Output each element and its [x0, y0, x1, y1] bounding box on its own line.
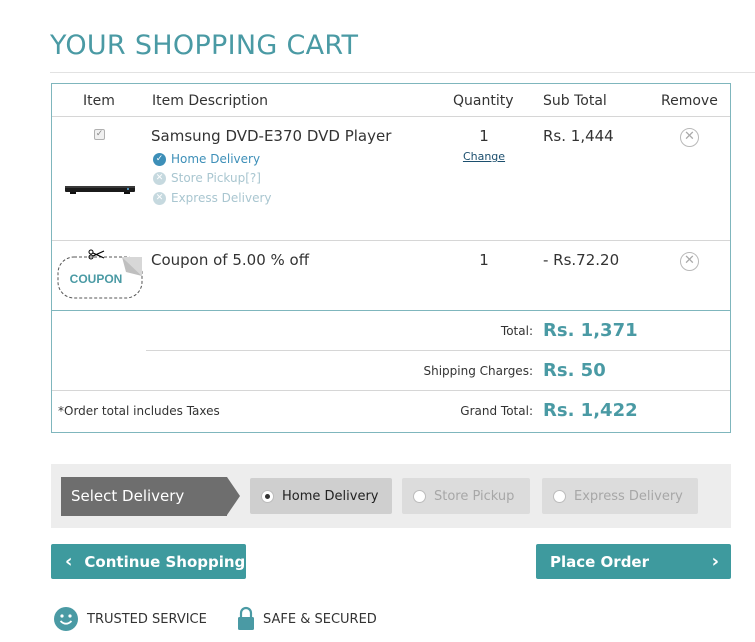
radio-icon — [553, 489, 566, 503]
delivery-mode-express[interactable]: Express Delivery — [542, 478, 698, 514]
safe-secured-badge: SAFE & SECURED — [237, 606, 377, 632]
row-divider — [146, 350, 730, 351]
delivery-option-home[interactable]: ✓ Home Delivery — [153, 152, 260, 166]
check-circle-icon: ✓ — [153, 152, 166, 166]
place-order-button[interactable]: Place Order › — [536, 544, 731, 579]
header-quantity: Quantity — [453, 93, 514, 109]
row-divider — [52, 390, 730, 391]
radio-icon — [261, 489, 274, 503]
coupon-image: COUPON — [57, 249, 143, 299]
page-title: YOUR SHOPPING CART — [50, 30, 359, 61]
continue-shopping-button[interactable]: ‹ Continue Shopping — [51, 544, 246, 579]
cart-table: Item Item Description Quantity Sub Total… — [51, 83, 731, 433]
product-name: Samsung DVD-E370 DVD Player — [151, 127, 392, 145]
radio-icon — [413, 489, 426, 503]
header-divider — [52, 116, 730, 117]
header-description: Item Description — [152, 93, 269, 109]
dvd-player-image — [65, 186, 135, 194]
total-label: Total: — [500, 324, 533, 338]
coupon-quantity: 1 — [479, 251, 489, 269]
delivery-option-label: Express Delivery — [171, 191, 272, 205]
shipping-value: Rs. 50 — [543, 360, 606, 381]
delivery-mode-option-label: Store Pickup — [434, 488, 515, 504]
x-circle-icon: ✕ — [153, 171, 166, 185]
delivery-option-express[interactable]: ✕ Express Delivery — [153, 191, 271, 205]
delivery-mode-label: Select Delivery Mode — [61, 477, 227, 544]
change-quantity-link[interactable]: Change — [454, 150, 514, 163]
delivery-mode-option-label: Home Delivery — [282, 488, 379, 504]
remove-product-button[interactable]: ✕ — [680, 128, 699, 147]
header-subtotal: Sub Total — [543, 93, 607, 109]
delivery-option-label: Store Pickup[?] — [171, 171, 261, 185]
smiley-icon — [54, 607, 78, 631]
delivery-mode-option-label: Express Delivery — [574, 488, 683, 504]
delivery-mode-home[interactable]: Home Delivery — [250, 478, 392, 514]
place-order-label: Place Order — [550, 552, 650, 571]
delivery-mode-bar: Select Delivery Mode Home Delivery Store… — [51, 464, 731, 544]
product-quantity: 1 — [479, 127, 489, 145]
trusted-service-label: TRUSTED SERVICE — [87, 611, 207, 627]
close-icon: ✕ — [684, 253, 695, 268]
coupon-label: Coupon of 5.00 % off — [151, 251, 310, 269]
delivery-mode-store-pickup[interactable]: Store Pickup — [402, 478, 530, 514]
chevron-right-icon: › — [711, 551, 719, 572]
header-remove: Remove — [661, 93, 718, 109]
continue-shopping-label: Continue Shopping — [84, 552, 246, 571]
header-item: Item — [83, 93, 115, 109]
row-divider — [52, 240, 730, 241]
grand-total-value: Rs. 1,422 — [543, 400, 638, 421]
delivery-option-store-pickup[interactable]: ✕ Store Pickup[?] — [153, 171, 261, 185]
shipping-label: Shipping Charges: — [423, 364, 533, 378]
x-circle-icon: ✕ — [153, 191, 166, 205]
delivery-option-label: Home Delivery — [171, 152, 261, 166]
row-divider — [52, 310, 730, 311]
coupon-subtotal: - Rs.72.20 — [543, 251, 620, 269]
grand-total-label: Grand Total: — [460, 404, 533, 418]
close-icon: ✕ — [684, 129, 695, 144]
coupon-badge: COUPON — [70, 272, 123, 286]
tax-note: *Order total includes Taxes — [58, 404, 220, 418]
title-divider — [50, 72, 755, 73]
product-subtotal: Rs. 1,444 — [543, 127, 614, 145]
lock-icon — [238, 606, 254, 630]
chevron-left-icon: ‹ — [65, 551, 73, 572]
remove-coupon-button[interactable]: ✕ — [680, 252, 699, 271]
item-select-checkbox[interactable]: ✓ — [94, 129, 105, 140]
trusted-service-badge: TRUSTED SERVICE — [53, 606, 207, 632]
total-value: Rs. 1,371 — [543, 320, 638, 341]
safe-secured-label: SAFE & SECURED — [263, 611, 377, 627]
arrow-right-icon — [227, 477, 240, 515]
